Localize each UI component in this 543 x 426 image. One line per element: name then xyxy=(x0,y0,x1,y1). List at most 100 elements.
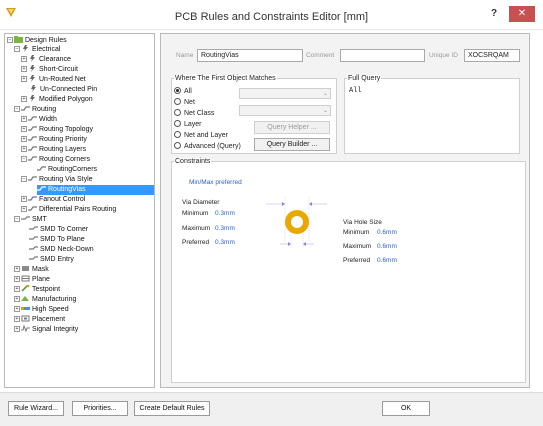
tree-item-testpoint[interactable]: + Testpoint xyxy=(14,285,60,295)
tree-item-manufacturing[interactable]: + Manufacturing xyxy=(14,295,76,305)
tree-item-electrical[interactable]: − Electrical xyxy=(14,45,60,55)
electrical-icon xyxy=(23,45,28,52)
tree-item-width[interactable]: + Width xyxy=(21,115,57,125)
comment-label: Comment xyxy=(306,52,335,59)
mask-icon xyxy=(22,266,29,271)
unique-id-label: Unique ID xyxy=(429,52,458,59)
tree-item-smt[interactable]: − SMT xyxy=(14,215,47,225)
tree-item-smd-neck-down[interactable]: SMD Neck-Down xyxy=(29,245,94,255)
via-diameter-minimum-value[interactable]: 0.3mm xyxy=(215,210,235,217)
tree-item-high-speed[interactable]: + High Speed xyxy=(14,305,69,315)
tree-item-routing[interactable]: − Routing xyxy=(14,105,56,115)
collapse-icon[interactable]: − xyxy=(14,216,20,222)
priorities-button[interactable]: Priorities... xyxy=(72,401,128,416)
expand-icon[interactable]: + xyxy=(14,326,20,332)
expand-icon[interactable]: + xyxy=(21,146,27,152)
tree-item-routingvias-rule[interactable]: RoutingVias xyxy=(37,185,154,195)
rules-tree[interactable]: − Design Rules − Electrical + Clearance + Sh… xyxy=(4,33,155,388)
radio-net-and-layer[interactable]: Net and Layer xyxy=(174,131,228,139)
first-object-combo-1[interactable]: ⌄ xyxy=(239,88,331,99)
full-query-text[interactable]: All xyxy=(349,87,362,95)
expand-icon[interactable]: + xyxy=(14,306,20,312)
tree-item-label: Routing Corners xyxy=(39,156,90,163)
expand-icon[interactable]: + xyxy=(14,266,20,272)
expand-icon[interactable]: + xyxy=(21,136,27,142)
via-hole-size-preferred-label: Preferred xyxy=(343,257,371,264)
expand-icon[interactable]: + xyxy=(21,116,27,122)
via-hole-size-minimum-value[interactable]: 0.6mm xyxy=(377,229,397,236)
tree-item-routing-layers[interactable]: + Routing Layers xyxy=(21,145,86,155)
expand-icon[interactable]: + xyxy=(14,286,20,292)
tree-item-plane[interactable]: + Plane xyxy=(14,275,50,285)
via-hole-size-preferred-value[interactable]: 0.6mm xyxy=(377,257,397,264)
expand-icon[interactable]: + xyxy=(21,56,27,62)
tree-item-fanout-control[interactable]: + Fanout Control xyxy=(21,195,85,205)
first-object-combo-2[interactable]: ⌄ xyxy=(239,105,331,116)
tree-item-routing-via-style[interactable]: − Routing Via Style xyxy=(21,175,93,185)
expand-icon[interactable]: + xyxy=(21,76,27,82)
tree-item-routing-priority[interactable]: + Routing Priority xyxy=(21,135,87,145)
title-bar: PCB Rules and Constraints Editor [mm] ? … xyxy=(0,0,543,30)
unique-id-field[interactable]: XOCSRQAM xyxy=(464,49,520,62)
expand-icon[interactable]: + xyxy=(21,206,27,212)
create-default-rules-button[interactable]: Create Default Rules xyxy=(134,401,210,416)
query-builder-button[interactable]: Query Builder ... xyxy=(254,138,330,151)
via-hole-size-minimum-label: Minimum xyxy=(343,229,370,236)
rule-wizard-button[interactable]: Rule Wizard... xyxy=(8,401,64,416)
collapse-icon[interactable]: − xyxy=(7,37,13,43)
tree-item-clearance[interactable]: + Clearance xyxy=(21,55,71,65)
electrical-icon xyxy=(30,95,35,102)
tree-item-smd-to-plane[interactable]: SMD To Plane xyxy=(29,235,85,245)
tree-item-short-circuit[interactable]: + Short-Circuit xyxy=(21,65,78,75)
ok-button[interactable]: OK xyxy=(382,401,430,416)
collapse-icon[interactable]: − xyxy=(14,46,20,52)
radio-layer[interactable]: Layer xyxy=(174,120,202,128)
radio-net[interactable]: Net xyxy=(174,98,195,106)
expand-icon[interactable]: + xyxy=(14,276,20,282)
constraint-mode-label[interactable]: Min/Max preferred xyxy=(189,179,242,186)
tree-item-modified-polygon[interactable]: + Modified Polygon xyxy=(21,95,93,105)
expand-icon[interactable]: + xyxy=(14,296,20,302)
tree-item-mask[interactable]: + Mask xyxy=(14,265,49,275)
expand-icon[interactable]: + xyxy=(21,126,27,132)
name-field[interactable]: RoutingVias xyxy=(197,49,303,62)
radio-advanced-query[interactable]: Advanced (Query) xyxy=(174,142,241,150)
expand-icon[interactable]: + xyxy=(21,96,27,102)
routing-icon xyxy=(28,126,37,131)
expand-icon[interactable]: + xyxy=(21,66,27,72)
radio-net-class[interactable]: Net Class xyxy=(174,109,214,117)
tree-item-signal-integrity[interactable]: + Signal Integrity xyxy=(14,325,78,335)
tree-item-un-routed-net[interactable]: + Un-Routed Net xyxy=(21,75,86,85)
tree-item-routingcorners-rule[interactable]: RoutingCorners xyxy=(37,165,97,175)
tree-item-smd-entry[interactable]: SMD Entry xyxy=(29,255,74,265)
help-button[interactable]: ? xyxy=(491,8,497,19)
query-helper-button[interactable]: Query Helper ... xyxy=(254,121,330,134)
via-diameter-maximum-value[interactable]: 0.3mm xyxy=(215,225,235,232)
smt-icon xyxy=(29,236,38,240)
tree-item-label: Differential Pairs Routing xyxy=(39,206,117,213)
tree-item-label: Width xyxy=(39,116,57,123)
radio-dot-icon xyxy=(174,87,181,94)
radio-label: Advanced (Query) xyxy=(184,143,241,150)
tree-item-un-connected-pin[interactable]: Un-Connected Pin xyxy=(29,85,97,95)
via-diameter-minimum-label: Minimum xyxy=(182,210,209,217)
close-button[interactable]: ✕ xyxy=(509,6,535,22)
collapse-icon[interactable]: − xyxy=(21,176,27,182)
tree-item-label: Routing Layers xyxy=(39,146,87,153)
tree-item-smd-to-corner[interactable]: SMD To Corner xyxy=(29,225,88,235)
expand-icon[interactable]: + xyxy=(21,196,27,202)
tree-item-routing-corners[interactable]: − Routing Corners xyxy=(21,155,90,165)
tree-item-differential-pairs-routing[interactable]: + Differential Pairs Routing xyxy=(21,205,116,215)
collapse-icon[interactable]: − xyxy=(14,106,20,112)
tree-item-placement[interactable]: + Placement xyxy=(14,315,65,325)
radio-label: Net Class xyxy=(184,110,215,117)
via-hole-size-maximum-value[interactable]: 0.6mm xyxy=(377,243,397,250)
via-diameter-preferred-value[interactable]: 0.3mm xyxy=(215,239,235,246)
routing-icon xyxy=(28,196,37,201)
expand-icon[interactable]: + xyxy=(14,316,20,322)
full-query-group: Full Query All xyxy=(344,75,520,154)
radio-all[interactable]: All xyxy=(174,87,192,95)
comment-field[interactable] xyxy=(340,49,425,62)
tree-item-routing-topology[interactable]: + Routing Topology xyxy=(21,125,93,135)
collapse-icon[interactable]: − xyxy=(21,156,27,162)
